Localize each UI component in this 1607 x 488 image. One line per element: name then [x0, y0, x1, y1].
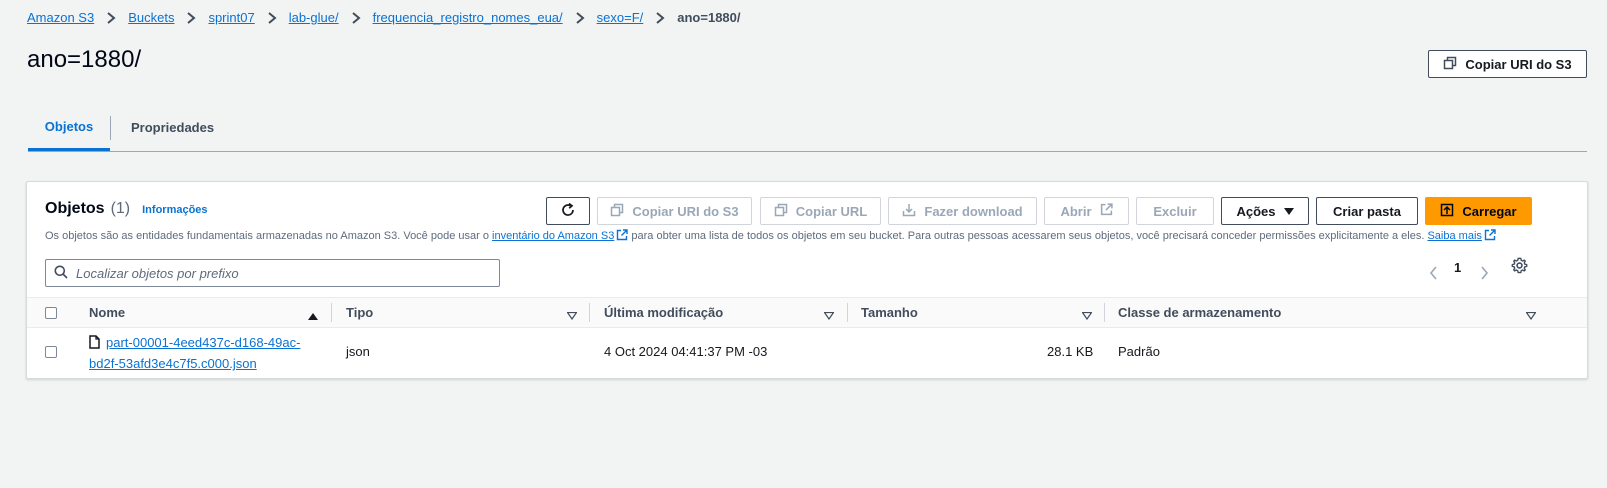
copy-s3-uri-label: Copiar URI do S3: [1465, 56, 1572, 72]
column-storage-class[interactable]: Classe de armazenamento: [1118, 298, 1281, 327]
objects-description: Os objetos são as entidades fundamentais…: [45, 229, 1496, 244]
sort-icon[interactable]: [566, 308, 578, 323]
column-divider: [589, 303, 590, 322]
object-name-line-2: bd2f-53afd3e4c7f5.c000.json: [89, 356, 257, 371]
download-icon: [902, 203, 916, 220]
chevron-right-icon: [104, 11, 118, 25]
caret-down-icon: [1283, 204, 1294, 219]
actions-label: Ações: [1236, 203, 1276, 219]
open-button[interactable]: Abrir: [1044, 197, 1129, 225]
breadcrumb-folder-sexo[interactable]: sexo=F/: [597, 10, 644, 25]
download-button[interactable]: Fazer download: [888, 197, 1037, 225]
refresh-button[interactable]: [546, 197, 590, 225]
table-header: Nome Tipo Última modificação Tamanho Cla…: [27, 297, 1587, 328]
external-link-icon: [616, 229, 629, 244]
column-divider: [331, 303, 332, 322]
object-name-line-1: part-00001-4eed437c-d168-49ac-: [106, 335, 301, 350]
open-label: Abrir: [1060, 203, 1092, 219]
breadcrumb-buckets[interactable]: Buckets: [128, 10, 174, 25]
previous-page-icon[interactable]: [1429, 266, 1438, 280]
table-row: part-00001-4eed437c-d168-49ac-bd2f-53afd…: [27, 328, 1587, 378]
description-text-2: para obter uma lista de todos os objetos…: [628, 230, 1428, 242]
row-checkbox[interactable]: [45, 346, 57, 358]
info-link[interactable]: Informações: [142, 204, 207, 216]
copy-url-label: Copiar URL: [795, 203, 868, 219]
breadcrumb-bucket-sprint07[interactable]: sprint07: [208, 10, 254, 25]
copy-s3-uri-button[interactable]: Copiar URI do S3: [1428, 50, 1587, 78]
copy-uri-label: Copiar URI do S3: [632, 203, 739, 219]
upload-icon: [1440, 203, 1454, 220]
delete-label: Excluir: [1153, 203, 1197, 219]
breadcrumb-amazon-s3[interactable]: Amazon S3: [27, 10, 94, 25]
sort-ascending-icon[interactable]: [308, 308, 318, 323]
copy-icon: [1443, 56, 1457, 73]
objects-panel-header: Objetos (1) Informações: [45, 200, 208, 218]
search-input[interactable]: [76, 265, 476, 281]
inventory-link[interactable]: inventário do Amazon S3: [492, 230, 614, 242]
description-text: Os objetos são as entidades fundamentais…: [45, 230, 493, 242]
settings-gear-icon[interactable]: [1511, 257, 1528, 274]
copy-icon: [774, 203, 788, 220]
chevron-right-icon: [349, 11, 363, 25]
column-type[interactable]: Tipo: [346, 298, 373, 327]
file-icon: [89, 335, 100, 354]
object-last-modified: 4 Oct 2024 04:41:37 PM -03: [604, 344, 768, 359]
next-page-icon[interactable]: [1480, 266, 1489, 280]
select-all-checkbox[interactable]: [45, 307, 57, 319]
copy-icon: [610, 203, 624, 220]
breadcrumb: Amazon S3 Buckets sprint07 lab-glue/ fre…: [27, 10, 741, 25]
breadcrumb-folder-lab-glue[interactable]: lab-glue/: [289, 10, 339, 25]
breadcrumb-current: ano=1880/: [677, 10, 741, 25]
external-link-icon: [1484, 229, 1496, 244]
column-divider: [1104, 303, 1105, 322]
upload-label: Carregar: [1462, 203, 1517, 219]
chevron-right-icon: [653, 11, 667, 25]
sort-icon[interactable]: [1081, 308, 1093, 323]
create-folder-button[interactable]: Criar pasta: [1316, 197, 1418, 225]
objects-count: (1): [110, 200, 131, 217]
upload-button[interactable]: Carregar: [1425, 197, 1532, 225]
chevron-right-icon: [573, 11, 587, 25]
search-box: [45, 259, 500, 287]
tab-bar: Objetos Propriedades: [28, 104, 1587, 152]
download-label: Fazer download: [924, 203, 1023, 219]
refresh-icon: [560, 202, 576, 221]
page-number[interactable]: 1: [1454, 260, 1461, 275]
sort-icon[interactable]: [823, 308, 835, 323]
delete-button[interactable]: Excluir: [1136, 197, 1214, 225]
chevron-right-icon: [265, 11, 279, 25]
sort-icon[interactable]: [1525, 308, 1537, 323]
column-size[interactable]: Tamanho: [861, 298, 918, 327]
page-title: ano=1880/: [27, 46, 142, 73]
search-icon: [54, 265, 68, 282]
breadcrumb-folder-frequencia[interactable]: frequencia_registro_nomes_eua/: [373, 10, 563, 25]
object-size: 28.1 KB: [1047, 344, 1094, 359]
objects-panel-title: Objetos: [45, 200, 105, 217]
object-storage-class: Padrão: [1118, 344, 1160, 359]
create-folder-label: Criar pasta: [1333, 203, 1401, 219]
column-divider: [847, 303, 848, 322]
copy-url-button[interactable]: Copiar URL: [760, 197, 881, 225]
actions-dropdown[interactable]: Ações: [1221, 197, 1309, 225]
column-name[interactable]: Nome: [89, 298, 125, 327]
objects-panel: Objetos (1) Informações Os objetos são a…: [26, 181, 1588, 379]
object-type: json: [346, 344, 370, 359]
external-link-icon: [1100, 203, 1113, 219]
column-last-modified[interactable]: Última modificação: [604, 298, 723, 327]
learn-more-link[interactable]: Saiba mais: [1427, 230, 1481, 242]
copy-uri-button[interactable]: Copiar URI do S3: [597, 197, 752, 225]
tab-properties[interactable]: Propriedades: [111, 104, 214, 151]
chevron-right-icon: [184, 11, 198, 25]
object-name-link[interactable]: part-00001-4eed437c-d168-49ac-bd2f-53afd…: [89, 333, 319, 373]
tab-objects[interactable]: Objetos: [28, 104, 110, 151]
